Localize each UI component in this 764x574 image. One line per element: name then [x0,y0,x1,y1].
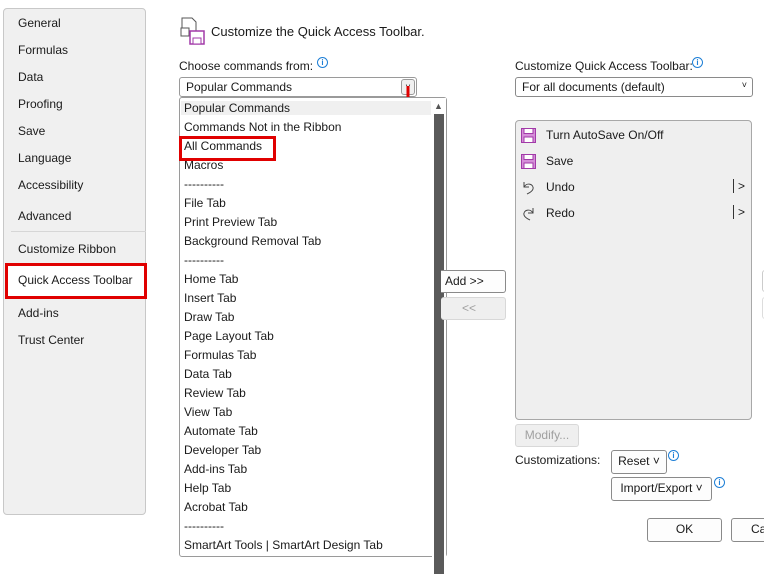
qat-list-item[interactable]: Undo > [516,178,751,198]
remove-label: << Remove [461,301,476,315]
list-item[interactable]: Home Tab [184,272,238,286]
redo-icon [521,206,536,221]
list-item[interactable]: Help Tab [184,481,231,495]
list-item[interactable]: Draw Tab [184,310,234,324]
qat-item-label: Turn AutoSave On/Off [546,128,664,142]
ok-label: OK [675,522,694,536]
remove-button[interactable]: << Remove [441,297,506,320]
qat-item-label: Save [546,154,574,168]
qat-list-item[interactable]: Redo > [516,204,751,224]
add-button[interactable]: Add >> [441,270,506,293]
info-icon[interactable]: i [668,450,679,461]
list-item[interactable]: Data Tab [184,367,232,381]
qat-item-label: Redo [546,206,575,220]
scrollbar[interactable]: ▲ [432,98,446,574]
import-export-label: Import/Export ˅ [620,481,703,495]
qat-list-item[interactable]: Turn AutoSave On/Off [516,126,751,146]
list-item[interactable]: Background Removal Tab [184,234,321,248]
list-item[interactable]: File Tab [184,196,226,210]
reset-label: Reset ˅ [618,454,660,468]
add-label: Add >> [445,274,484,288]
qat-commands-list[interactable]: Turn AutoSave On/Off Save Undo > Redo > [515,120,752,420]
scroll-up-icon[interactable]: ▲ [434,101,443,111]
customizations-label: Customizations: [515,453,601,467]
sidebar-item-save[interactable]: Save [18,124,45,138]
sidebar-item-advanced[interactable]: Advanced [18,209,71,223]
sidebar-item-proofing[interactable]: Proofing [18,97,63,111]
qat-list-item[interactable]: Save [516,152,751,172]
all-commands-highlight [179,136,276,161]
qat-item-label: Undo [546,180,575,194]
reset-button[interactable]: Reset ˅ [611,450,667,474]
choose-commands-label: Choose commands from: [179,59,314,73]
list-separator: ---------- [184,519,224,533]
sidebar-item-add-ins[interactable]: Add-ins [18,306,59,320]
list-separator: ---------- [184,253,224,267]
qat-scope-value: For all documents (default) [522,80,665,94]
cancel-button[interactable]: Ca [731,518,764,542]
sidebar-item-language[interactable]: Language [18,151,71,165]
sidebar-item-accessibility[interactable]: Accessibility [18,178,83,192]
ok-button[interactable]: OK [647,518,722,542]
sidebar-item-quick-access-toolbar[interactable]: Quick Access Toolbar [18,273,133,287]
list-item[interactable]: Formulas Tab [184,348,256,362]
list-item[interactable]: Review Tab [184,386,246,400]
qat-header-icon [180,17,205,45]
scroll-thumb[interactable] [434,114,444,574]
expand-chevron-icon[interactable]: > [732,205,745,219]
list-item[interactable]: Commands Not in the Ribbon [184,120,341,134]
list-item[interactable]: SmartArt Tools | SmartArt Design Tab [184,538,383,552]
page-title: Customize the Quick Access Toolbar. [211,24,425,39]
import-export-button[interactable]: Import/Export ˅ [611,477,712,501]
list-item[interactable]: Developer Tab [184,443,261,457]
list-item[interactable]: Automate Tab [184,424,258,438]
sidebar-item-formulas[interactable]: Formulas [18,43,68,57]
commands-dropdown-list[interactable]: SmartArt Tools | SmartArt Design Tab ----… [179,97,447,574]
cancel-label: Ca [751,522,764,536]
customize-qat-label: Customize Quick Access Toolbar: [515,59,693,73]
info-icon[interactable]: i [714,477,725,488]
chevron-down-icon: ˅ [741,80,747,90]
sidebar-item-data[interactable]: Data [18,70,43,84]
info-icon[interactable]: i [317,57,328,68]
sidebar-divider [11,231,146,232]
list-item[interactable]: Page Layout Tab [184,329,274,343]
list-item[interactable]: View Tab [184,405,232,419]
modify-button[interactable]: Modify... [515,424,579,447]
list-item[interactable]: Print Preview Tab [184,215,277,229]
save-icon [521,154,536,169]
qat-scope-select[interactable]: For all documents (default) ˅ [515,77,753,97]
list-item[interactable]: Popular Commands [181,101,431,115]
info-icon[interactable]: i [692,57,703,68]
options-sidebar: General Formulas Data Proofing Save Lang… [3,8,147,515]
sidebar-item-customize-ribbon[interactable]: Customize Ribbon [18,242,116,256]
list-item[interactable]: Insert Tab [184,291,236,305]
undo-icon [521,180,536,195]
list-item[interactable]: Acrobat Tab [184,500,248,514]
sidebar-item-trust-center[interactable]: Trust Center [18,333,84,347]
list-separator: ---------- [184,177,224,191]
expand-chevron-icon[interactable]: > [732,179,745,193]
modify-label: Modify... [524,428,570,442]
list-item[interactable]: Add-ins Tab [184,462,247,476]
save-icon [521,128,536,143]
sidebar-item-general[interactable]: General [18,16,61,30]
